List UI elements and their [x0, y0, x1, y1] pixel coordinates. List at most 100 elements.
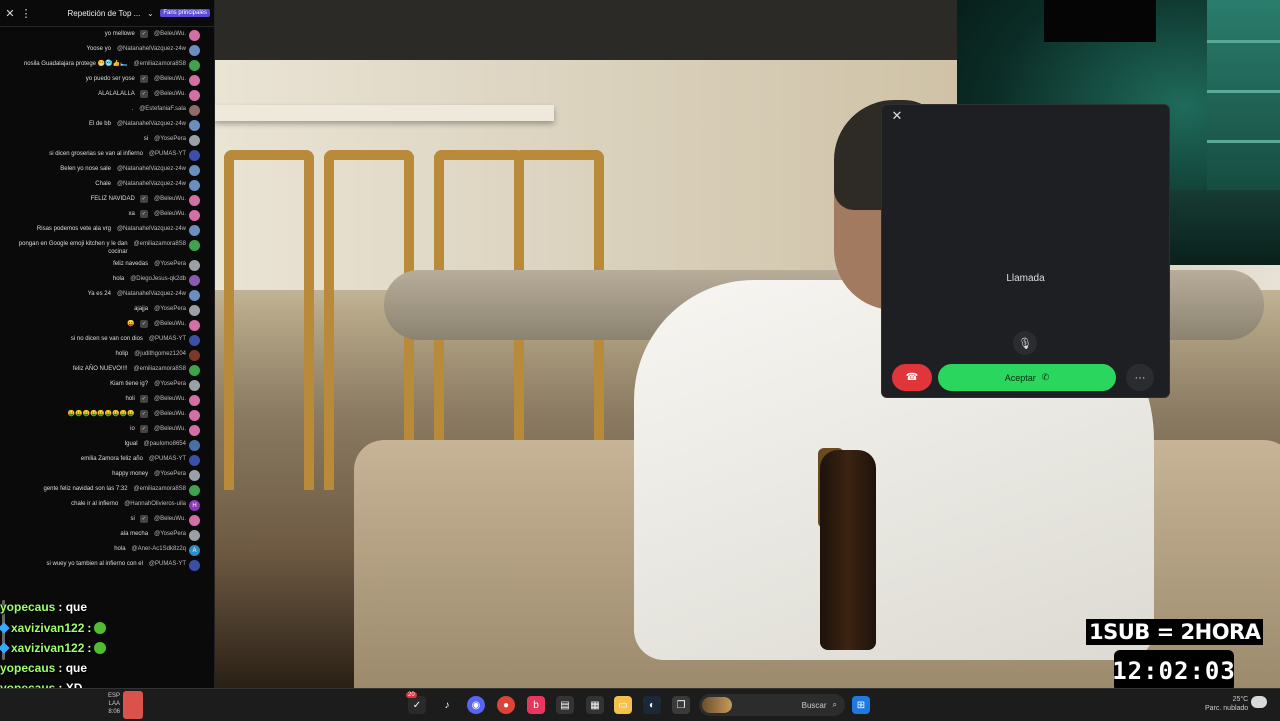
folder-icon[interactable]: ▭: [614, 696, 632, 714]
avatar[interactable]: [189, 425, 200, 436]
chat-message[interactable]: El de bb @NatanahelVazquez-z4w: [0, 118, 210, 133]
windows-start-icon[interactable]: ⊞: [852, 696, 870, 714]
discord-icon[interactable]: ◉: [467, 696, 485, 714]
chat-message[interactable]: pongan en Google emoji kitchen y le dan …: [0, 238, 210, 258]
avatar[interactable]: [189, 195, 200, 206]
chat-username[interactable]: @BeleuWu.: [154, 515, 186, 523]
chat-message[interactable]: si @YosePera: [0, 133, 210, 148]
chat-username[interactable]: @YosePera: [154, 135, 186, 143]
more-vert-icon[interactable]: ⋮: [20, 7, 32, 20]
chat-username[interactable]: @NatanahelVazquez-z4w: [117, 290, 186, 298]
chat-username[interactable]: @YosePera: [154, 530, 186, 538]
chat-username[interactable]: @NatanahelVazquez-z4w: [117, 165, 186, 173]
chat-username[interactable]: @BeleuWu.: [154, 30, 186, 38]
chat-message[interactable]: 😛 ✓ @BeleuWu.: [0, 318, 210, 333]
avatar[interactable]: [189, 105, 200, 116]
chrome-icon[interactable]: ●: [497, 696, 515, 714]
chat-username[interactable]: @NatanahelVazquez-z4w: [117, 120, 186, 128]
chat-username[interactable]: @BeleuWu.: [154, 425, 186, 433]
chat-message[interactable]: feliz AÑO NUEVO!!!! @emiliazamora8S8: [0, 363, 210, 378]
search-box[interactable]: Buscar ⌕: [699, 694, 845, 716]
close-icon[interactable]: ✕: [4, 7, 16, 20]
chat-username[interactable]: @emiliazamora8S8: [134, 485, 186, 493]
avatar[interactable]: [189, 240, 200, 251]
notification-app-icon[interactable]: 20 ✓: [406, 692, 426, 714]
chat-message[interactable]: si wuey yo tambien al infierno con el @PU…: [0, 558, 210, 573]
chat-username[interactable]: @DiegoJesus-qk2db: [130, 275, 186, 283]
chat-username[interactable]: @EstefaniaF.sala: [139, 105, 186, 113]
close-icon[interactable]: ✕: [890, 109, 904, 123]
chat-message[interactable]: ALALALALLA ✓ @BeleuWu.: [0, 88, 210, 103]
avatar[interactable]: [189, 135, 200, 146]
chat-message[interactable]: Kiam tiene ig? @YosePera: [0, 378, 210, 393]
chat-username[interactable]: @Aner-Ac1Sdk8z2q: [132, 545, 186, 553]
chat-message[interactable]: xa ✓ @BeleuWu.: [0, 208, 210, 223]
avatar[interactable]: [189, 470, 200, 481]
chat-message[interactable]: Yoose yo @NatanahelVazquez-z4w: [0, 43, 210, 58]
chat-username[interactable]: @BeleuWu.: [154, 410, 186, 418]
chat-username[interactable]: @PUMAS-YT: [149, 150, 186, 158]
avatar[interactable]: [189, 180, 200, 191]
avatar[interactable]: [189, 210, 200, 221]
chat-message[interactable]: ajajja @YosePera: [0, 303, 210, 318]
record-indicator[interactable]: [123, 691, 143, 719]
accept-call-button[interactable]: Aceptar ✆: [938, 364, 1116, 391]
chat-username[interactable]: @YosePera: [154, 470, 186, 478]
avatar[interactable]: [189, 515, 200, 526]
editor-icon[interactable]: ▤: [556, 696, 574, 714]
tiktok-icon[interactable]: ♪: [438, 696, 456, 714]
avatar[interactable]: [189, 305, 200, 316]
mic-icon[interactable]: 🎙: [1013, 331, 1037, 355]
avatar[interactable]: [189, 290, 200, 301]
steam-icon[interactable]: ◐: [643, 696, 661, 714]
chat-username[interactable]: @YosePera: [154, 380, 186, 388]
avatar[interactable]: [189, 30, 200, 41]
chat-message[interactable]: ala mecha @YosePera: [0, 528, 210, 543]
avatar[interactable]: [189, 530, 200, 541]
chat-username[interactable]: @emiliazamora8S8: [134, 240, 186, 248]
avatar[interactable]: [189, 350, 200, 361]
chat-username[interactable]: @judithgomez1204: [134, 350, 186, 358]
chat-message-list[interactable]: yo mellowe ✓ @BeleuWu. Yoose yo @NatanahelVa…: [0, 28, 210, 688]
chat-title[interactable]: Repetición de Top ...: [36, 9, 141, 18]
avatar[interactable]: [189, 380, 200, 391]
more-options-button[interactable]: ···: [1126, 364, 1154, 391]
avatar[interactable]: A: [189, 545, 200, 556]
chat-message[interactable]: Ya es 24 @NatanahelVazquez-z4w: [0, 288, 210, 303]
chat-message[interactable]: io ✓ @BeleuWu.: [0, 423, 210, 438]
chat-mode-pill[interactable]: Fans principales: [160, 9, 210, 17]
avatar[interactable]: [189, 260, 200, 271]
decline-call-button[interactable]: ☎: [892, 364, 932, 391]
chat-message[interactable]: Igual @paulomo8654: [0, 438, 210, 453]
chat-message[interactable]: feliz navedas @YosePera: [0, 258, 210, 273]
avatar[interactable]: [189, 275, 200, 286]
chevron-down-icon[interactable]: ⌄: [144, 7, 156, 19]
avatar[interactable]: [189, 75, 200, 86]
chat-message[interactable]: yo mellowe ✓ @BeleuWu.: [0, 28, 210, 43]
chat-username[interactable]: @emiliazamora8S8: [134, 60, 186, 68]
avatar[interactable]: [189, 90, 200, 101]
chat-message[interactable]: holip @judithgomez1204: [0, 348, 210, 363]
avatar[interactable]: [189, 165, 200, 176]
avatar[interactable]: [189, 120, 200, 131]
avatar[interactable]: [189, 150, 200, 161]
chat-message[interactable]: Risas podemos vete ala vrg @NatanahelVazq…: [0, 223, 210, 238]
chat-message[interactable]: hola @Aner-Ac1Sdk8z2q A: [0, 543, 210, 558]
app-b-icon[interactable]: b: [527, 696, 545, 714]
chat-username[interactable]: @BeleuWu.: [154, 320, 186, 328]
chat-message[interactable]: chale ir al infierno @HannahOlivieros-uil…: [0, 498, 210, 513]
task-view-icon[interactable]: ❐: [672, 696, 690, 714]
chat-message[interactable]: si no dicen se van con dios @PUMAS-YT: [0, 333, 210, 348]
chat-message[interactable]: . @EstefaniaF.sala: [0, 103, 210, 118]
avatar[interactable]: [189, 410, 200, 421]
chat-username[interactable]: @BeleuWu.: [154, 90, 186, 98]
chat-message[interactable]: Chale @NatanahelVazquez-z4w: [0, 178, 210, 193]
chat-username[interactable]: @BeleuWu.: [154, 210, 186, 218]
chat-username[interactable]: @YosePera: [154, 260, 186, 268]
chat-username[interactable]: @PUMAS-YT: [149, 335, 186, 343]
chat-message[interactable]: 🤑🤑🤑🤑🤑🤑🤑🤑🤑 ✓ @BeleuWu.: [0, 408, 210, 423]
chat-username[interactable]: @NatanahelVazquez-z4w: [117, 180, 186, 188]
avatar[interactable]: H: [189, 500, 200, 511]
chat-username[interactable]: @BeleuWu.: [154, 75, 186, 83]
chat-message[interactable]: si dicen groserias se van al infierno @PU…: [0, 148, 210, 163]
